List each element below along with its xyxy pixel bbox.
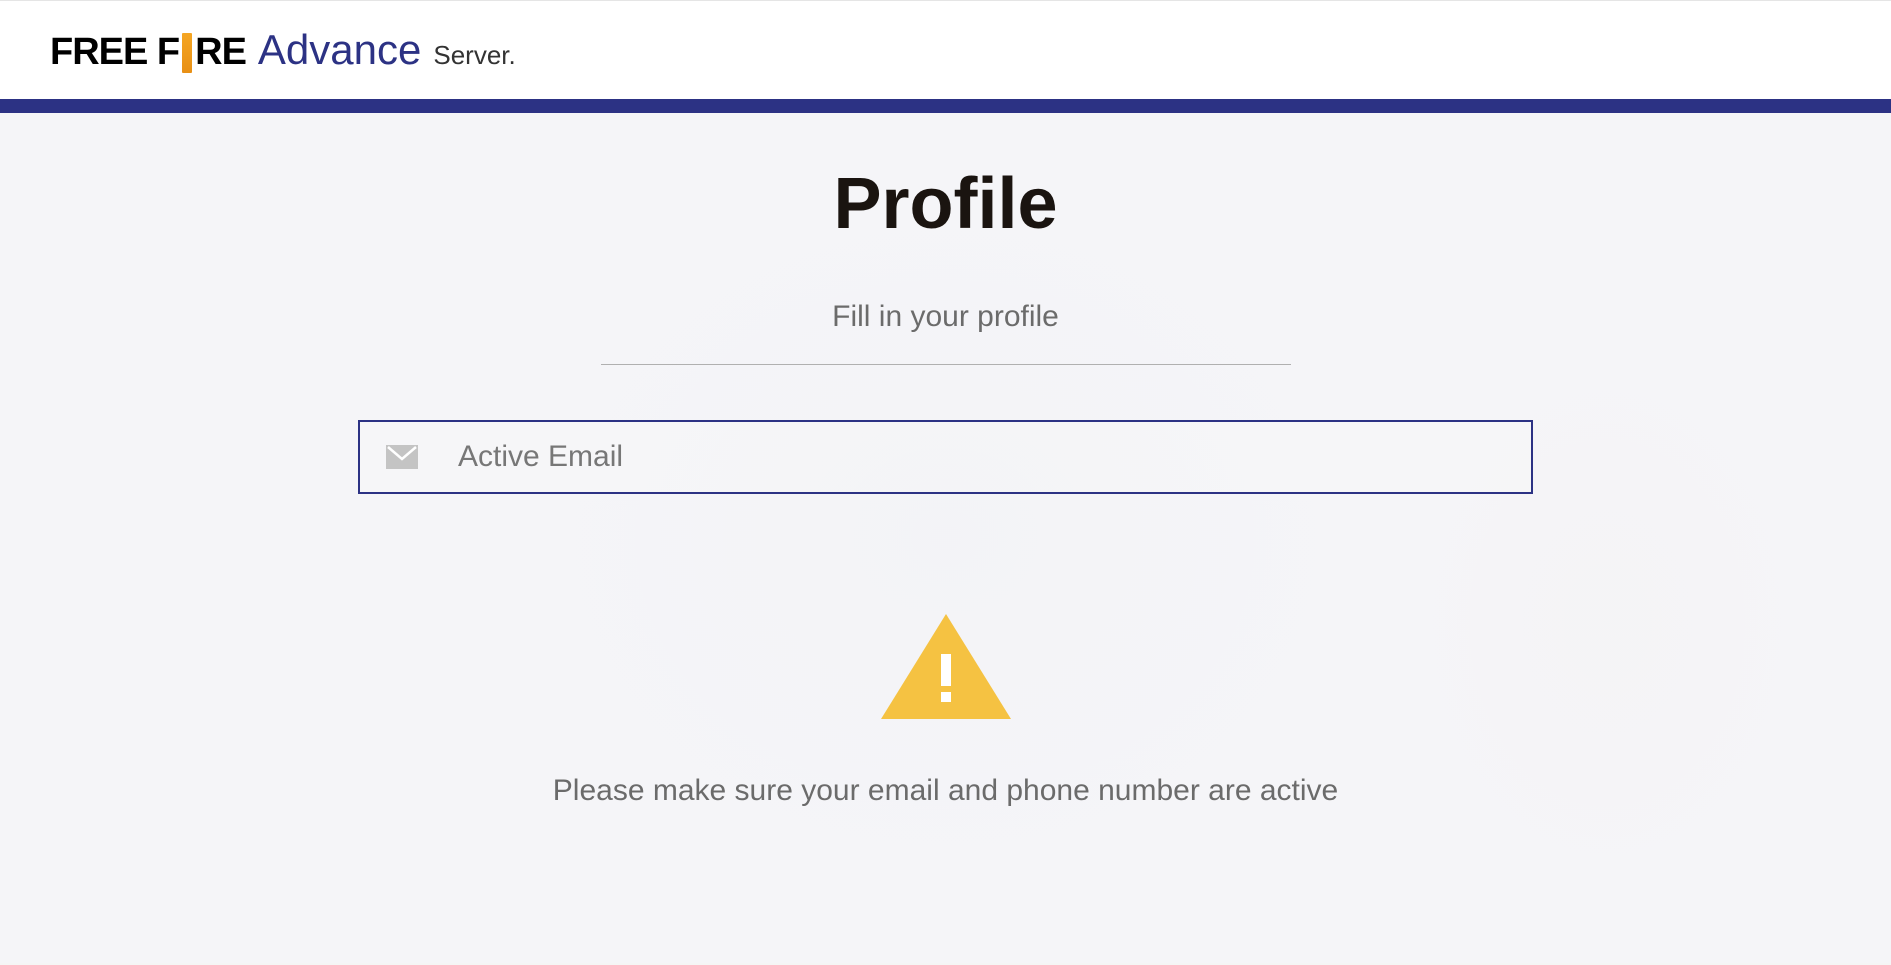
email-field[interactable]: [458, 440, 1505, 474]
profile-subtitle: Fill in your profile: [0, 300, 1891, 334]
logo-text-part2: RE: [195, 31, 246, 74]
logo-flame-icon: [182, 33, 192, 73]
main-content: Profile Fill in your profile Please make…: [0, 113, 1891, 963]
header: FREE F RE Advance Server.: [0, 0, 1891, 99]
warning-message: Please make sure your email and phone nu…: [0, 774, 1891, 808]
logo-server-text: Server.: [433, 40, 515, 71]
page-title: Profile: [0, 163, 1891, 245]
logo-text-part1: FREE F: [50, 31, 179, 74]
email-input-container[interactable]: [358, 420, 1533, 494]
email-icon: [386, 445, 418, 469]
logo[interactable]: FREE F RE Advance Server.: [50, 26, 516, 74]
logo-freefire: FREE F RE: [50, 31, 246, 74]
logo-advance-text: Advance: [258, 26, 421, 74]
section-divider: [601, 364, 1291, 365]
warning-icon: [881, 614, 1011, 719]
top-bar-divider: [0, 99, 1891, 113]
